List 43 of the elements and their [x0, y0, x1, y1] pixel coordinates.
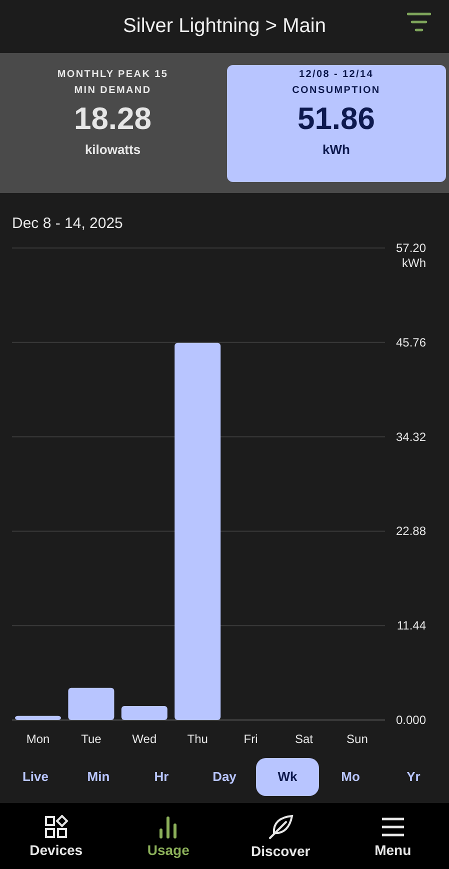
day-label: Sun: [346, 732, 368, 746]
day-label: Wed: [132, 732, 157, 746]
nav-tab[interactable]: Usage: [123, 814, 214, 858]
day-label: Tue: [81, 732, 102, 746]
metric-label: MONTHLY PEAK 15: [57, 68, 168, 82]
axis-tick-label: 34.32: [396, 430, 426, 444]
axis-tick-label: 57.20: [396, 241, 426, 255]
metric-card[interactable]: MONTHLY PEAK 15 MIN DEMAND 18.28 kilowatts: [3, 65, 222, 182]
axis-tick-label: 11.44: [396, 618, 426, 633]
axis-tick-label: 22.88: [396, 524, 426, 538]
usage-bar[interactable]: [121, 706, 168, 720]
metric-unit: kilowatts: [84, 142, 141, 157]
day-label: Sat: [295, 732, 313, 746]
period-tab[interactable]: Hr: [130, 758, 193, 796]
period-tab[interactable]: Live: [4, 758, 67, 796]
day-label: Mon: [26, 732, 50, 746]
period-tab[interactable]: Yr: [382, 758, 445, 796]
usage-bar[interactable]: [15, 716, 61, 720]
axis-tick-label: 0.000: [396, 713, 426, 727]
metric-label: MIN DEMAND: [74, 84, 152, 98]
usage-bar[interactable]: [68, 688, 114, 720]
metric-label: 12/08 - 12/14: [298, 68, 374, 82]
period-tab[interactable]: Mo: [319, 758, 382, 796]
axis-tick-label: 45.76: [396, 335, 426, 350]
screen-title: Silver Lightning > Main: [123, 15, 326, 38]
day-label: Thu: [187, 732, 208, 746]
leaf-icon: [268, 814, 294, 840]
period-tab[interactable]: Min: [67, 758, 130, 796]
axis-unit-label: kWh: [402, 256, 426, 270]
nav-tab[interactable]: Menu: [348, 814, 438, 858]
metric-value: 51.86: [297, 100, 376, 138]
nav-tab[interactable]: Devices: [11, 814, 102, 858]
period-tab[interactable]: Day: [193, 758, 256, 796]
filter-icon[interactable]: [407, 12, 431, 32]
metric-value: 18.28: [74, 100, 152, 138]
day-label: Fri: [244, 732, 258, 746]
grid-icon: [44, 814, 68, 838]
metric-label: CONSUMPTION: [292, 84, 380, 98]
nav-tab[interactable]: Discover: [236, 812, 326, 860]
metric-unit: kWh: [322, 142, 350, 157]
metric-card[interactable]: 12/08 - 12/14 CONSUMPTION 51.86 kWh: [226, 65, 446, 182]
date-range: Dec 8 - 14, 2025: [12, 215, 123, 232]
period-tab[interactable]: Wk: [256, 758, 319, 796]
